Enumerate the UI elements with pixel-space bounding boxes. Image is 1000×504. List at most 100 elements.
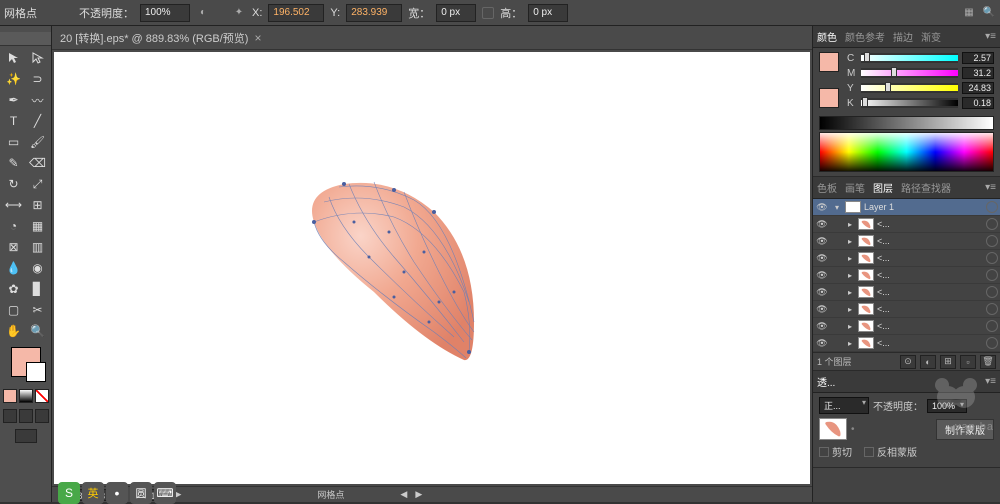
tab-layers[interactable]: 图层 [873, 180, 893, 195]
shape-builder-tool[interactable]: ◔ [2, 216, 25, 236]
pen-tool[interactable]: ✒ [2, 90, 25, 110]
eyedropper-tool[interactable]: 💧 [2, 258, 25, 278]
expand-icon[interactable]: ▸ [845, 288, 855, 297]
expand-icon[interactable]: ▾ [832, 203, 842, 212]
color-mode-icon[interactable] [3, 389, 17, 403]
opacity-dropdown[interactable]: 100% [927, 399, 967, 413]
k-slider[interactable] [861, 98, 958, 108]
none-mode-icon[interactable] [35, 389, 49, 403]
arrange-icon[interactable]: ▦ [962, 6, 976, 20]
graph-tool[interactable]: ▊ [26, 279, 49, 299]
ime-icon-4[interactable]: 圆 [130, 482, 152, 504]
ime-icon-3[interactable]: • [106, 482, 128, 504]
target-icon[interactable] [986, 337, 998, 349]
scale-tool[interactable]: ⤢ [26, 174, 49, 194]
layer-row[interactable]: 👁▸<... [813, 216, 1000, 233]
mesh-tool[interactable]: ⊠ [2, 237, 25, 257]
ime-icon-5[interactable]: ⌨ [154, 482, 176, 504]
tab-transparency[interactable]: 透... [817, 374, 835, 389]
expand-icon[interactable]: ▸ [845, 339, 855, 348]
gradient-mode-icon[interactable] [19, 389, 33, 403]
visibility-icon[interactable]: 👁 [815, 285, 829, 299]
draw-behind-icon[interactable] [19, 409, 33, 423]
visibility-icon[interactable]: 👁 [815, 319, 829, 333]
visibility-icon[interactable]: 👁 [815, 336, 829, 350]
make-clipping-mask-icon[interactable]: ◐ [920, 355, 936, 369]
zoom-tool[interactable]: 🔍 [26, 321, 49, 341]
style-icon[interactable]: ◐ [196, 6, 210, 20]
direct-selection-tool[interactable] [26, 48, 49, 68]
clip-checkbox[interactable]: 剪切 [819, 444, 852, 459]
fill-swatch[interactable] [819, 52, 839, 72]
mesh-artwork[interactable] [294, 172, 494, 362]
target-icon[interactable] [986, 286, 998, 298]
tab-gradient[interactable]: 渐变 [921, 29, 941, 44]
scroll-right-icon[interactable]: ▶ [415, 489, 422, 500]
search-icon[interactable]: 🔍 [982, 6, 996, 20]
target-icon[interactable] [986, 252, 998, 264]
curvature-tool[interactable]: 〰 [26, 90, 49, 110]
symbol-sprayer-tool[interactable]: ✿ [2, 279, 25, 299]
expand-icon[interactable]: ▸ [845, 254, 855, 263]
visibility-icon[interactable]: 👁 [815, 251, 829, 265]
h-field[interactable]: 0 px [528, 4, 568, 22]
anchor-icon[interactable]: ✦ [232, 6, 246, 20]
gradient-tool[interactable]: ▥ [26, 237, 49, 257]
selection-tool[interactable] [2, 48, 25, 68]
ime-icon-2[interactable]: 英 [82, 482, 104, 504]
artboard-tool[interactable]: ▢ [2, 300, 25, 320]
m-value[interactable]: 31.2 [962, 67, 994, 79]
layer-row[interactable]: 👁▸<... [813, 233, 1000, 250]
lasso-tool[interactable]: ⊃ [26, 69, 49, 89]
target-icon[interactable] [986, 218, 998, 230]
visibility-icon[interactable]: 👁 [815, 217, 829, 231]
transparency-menu-icon[interactable]: ▾≡ [985, 376, 996, 387]
close-icon[interactable]: × [254, 31, 261, 45]
target-icon[interactable] [986, 201, 998, 213]
make-mask-button[interactable]: 制作蒙版 [936, 419, 994, 440]
layer-row[interactable]: 👁▸<... [813, 250, 1000, 267]
new-layer-icon[interactable]: ▫ [960, 355, 976, 369]
expand-icon[interactable]: ▸ [845, 220, 855, 229]
target-icon[interactable] [986, 235, 998, 247]
fill-stroke-swatch[interactable] [11, 347, 41, 377]
type-tool[interactable]: T [2, 111, 25, 131]
blend-tool[interactable]: ◉ [26, 258, 49, 278]
layer-row[interactable]: 👁▸<... [813, 335, 1000, 352]
visibility-icon[interactable]: 👁 [815, 268, 829, 282]
expand-icon[interactable]: ▸ [845, 322, 855, 331]
locate-object-icon[interactable]: ⊙ [900, 355, 916, 369]
blend-mode-dropdown[interactable]: 正... [819, 397, 869, 414]
rectangle-tool[interactable]: ▭ [2, 132, 25, 152]
visibility-icon[interactable]: 👁 [815, 234, 829, 248]
visibility-icon[interactable]: 👁 [815, 302, 829, 316]
c-slider[interactable] [861, 53, 958, 63]
line-tool[interactable]: ╱ [26, 111, 49, 131]
document-tab[interactable]: 20 [转换].eps* @ 889.83% (RGB/预览) × [52, 26, 812, 50]
paintbrush-tool[interactable]: 🖌 [26, 132, 49, 152]
layer-row[interactable]: 👁▸<... [813, 284, 1000, 301]
rotate-tool[interactable]: ↻ [2, 174, 25, 194]
free-transform-tool[interactable]: ⊞ [26, 195, 49, 215]
m-slider[interactable] [861, 68, 958, 78]
layers-menu-icon[interactable]: ▾≡ [985, 182, 996, 193]
target-icon[interactable] [986, 320, 998, 332]
slice-tool[interactable]: ✂ [26, 300, 49, 320]
bw-strip[interactable] [819, 116, 994, 130]
expand-icon[interactable]: ▸ [845, 271, 855, 280]
draw-normal-icon[interactable] [3, 409, 17, 423]
magic-wand-tool[interactable]: ✨ [2, 69, 25, 89]
invert-checkbox[interactable]: 反相蒙版 [864, 444, 917, 459]
tab-pathfinder[interactable]: 路径查找器 [901, 180, 951, 195]
w-field[interactable]: 0 px [436, 4, 476, 22]
scroll-left-icon[interactable]: ◀ [400, 489, 407, 500]
x-field[interactable]: 196.502 [268, 4, 324, 22]
c-value[interactable]: 2.57 [962, 52, 994, 64]
ime-icon-1[interactable]: S [58, 482, 80, 504]
y-value[interactable]: 24.83 [962, 82, 994, 94]
canvas[interactable] [54, 52, 810, 484]
tab-color-guide[interactable]: 颜色参考 [845, 29, 885, 44]
k-value[interactable]: 0.18 [962, 97, 994, 109]
tab-swatches[interactable]: 色板 [817, 180, 837, 195]
hand-tool[interactable]: ✋ [2, 321, 25, 341]
